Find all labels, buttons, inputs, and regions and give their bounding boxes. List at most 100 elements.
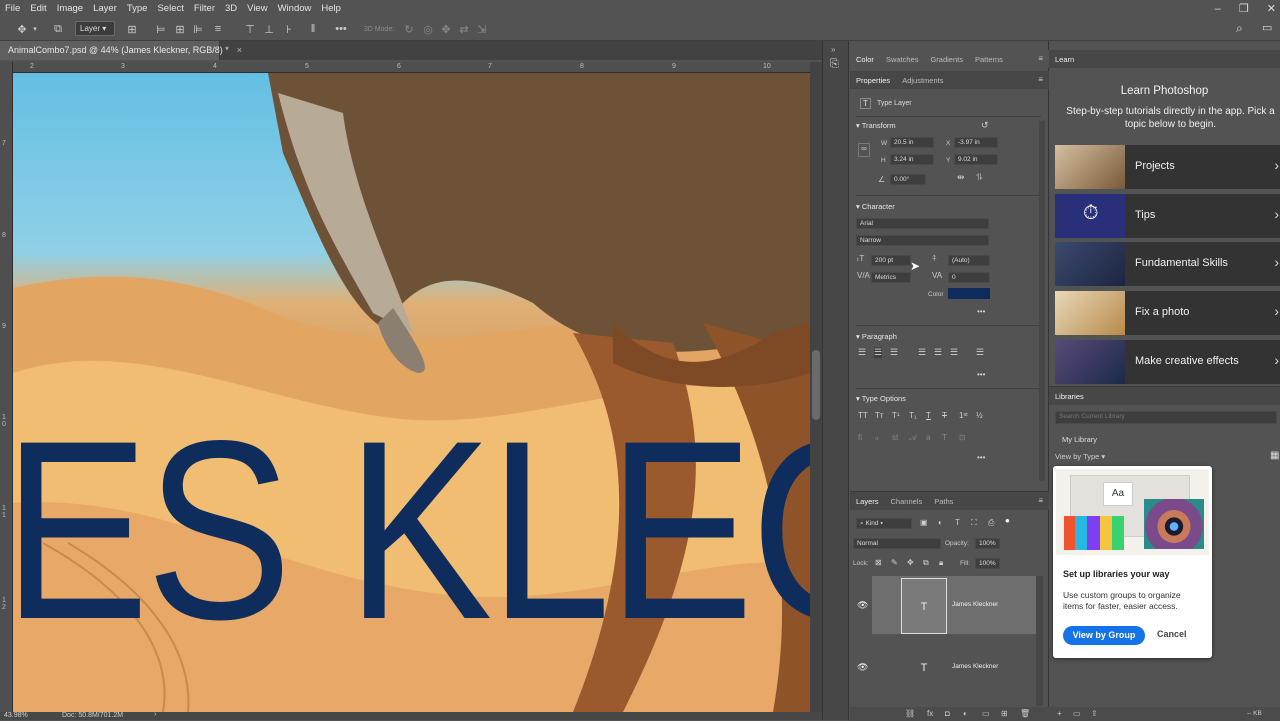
align-text-right-icon[interactable]: ☰	[890, 347, 898, 358]
fx-icon[interactable]: fx	[927, 709, 933, 718]
filter-smartobject-icon[interactable]: ⎙	[988, 518, 994, 528]
menu-type[interactable]: Type	[122, 3, 153, 14]
folder-icon[interactable]: ▭	[1073, 709, 1081, 718]
menu-image[interactable]: Image	[52, 3, 88, 14]
layer-name[interactable]: James Kleckner	[952, 601, 998, 608]
opacity-field[interactable]: 100%	[975, 538, 1000, 549]
status-chevron-icon[interactable]: ›	[154, 711, 156, 718]
superscript-icon[interactable]: T¹	[892, 411, 900, 420]
tracking-field[interactable]: 0	[948, 272, 990, 283]
tab-color[interactable]: Color	[850, 55, 880, 64]
menu-view[interactable]: View	[242, 3, 272, 14]
ordinals-icon[interactable]: 1ˢᵗ	[959, 411, 968, 420]
discretionary-ligatures-icon[interactable]: st	[892, 433, 898, 442]
angle-field[interactable]: 0.00°	[890, 174, 926, 185]
font-size-field[interactable]: 200 pt	[871, 255, 911, 266]
align-right-icon[interactable]: ⊫	[192, 21, 204, 37]
library-search-input[interactable]: Search Current Library	[1055, 411, 1277, 424]
justify-right-icon[interactable]: ☰	[950, 347, 958, 358]
learn-card-projects[interactable]: Projects ›	[1055, 145, 1280, 189]
type-options-header[interactable]: ▾ Type Options	[856, 394, 906, 403]
menu-3d[interactable]: 3D	[220, 3, 242, 14]
tab-libraries[interactable]: Libraries	[1049, 392, 1090, 401]
lock-pixels-icon[interactable]: ⊠	[875, 558, 882, 567]
tab-channels[interactable]: Channels	[885, 497, 929, 506]
cancel-button[interactable]: Cancel	[1157, 629, 1187, 639]
layer-name[interactable]: James Kleckner	[952, 663, 998, 670]
delete-layer-icon[interactable]: 🗑︎	[1020, 709, 1030, 718]
fill-field[interactable]: 100%	[975, 558, 1000, 569]
panel-menu-icon[interactable]: ≡	[1038, 54, 1043, 63]
layer-row[interactable]: 👁︎ T James Kleckner	[857, 638, 1037, 696]
align-text-center-icon[interactable]: ☰	[874, 347, 883, 358]
text-color-swatch[interactable]	[948, 288, 990, 299]
view-by-group-button[interactable]: View by Group	[1063, 626, 1145, 645]
tab-gradients[interactable]: Gradients	[924, 55, 969, 64]
align-vcenter-icon[interactable]: ⊥	[263, 21, 275, 37]
new-group-icon[interactable]: ▭	[982, 709, 990, 718]
menu-window[interactable]: Window	[273, 3, 317, 14]
learn-card-make-creative-effects[interactable]: Make creative effects ›	[1055, 340, 1280, 384]
3d-orbit-icon[interactable]: ↻	[402, 21, 416, 37]
character-header[interactable]: ▾ Character	[856, 202, 895, 211]
lock-image-icon[interactable]: ✎	[891, 558, 898, 567]
tab-adjustments[interactable]: Adjustments	[896, 76, 949, 85]
layers-scrollbar[interactable]	[1036, 576, 1043, 706]
flip-horizontal-icon[interactable]: ⇹	[957, 172, 965, 183]
tool-preset-chevron-icon[interactable]: ▾	[31, 21, 39, 37]
document-tab[interactable]: AnimalCombo7.psd @ 44% (James Kleckner, …	[0, 41, 242, 60]
blend-mode-select[interactable]: Normal	[853, 538, 941, 549]
move-tool-icon[interactable]: ✥	[14, 21, 30, 37]
tab-properties[interactable]: Properties	[850, 76, 896, 85]
height-field[interactable]: 3.24 in	[890, 154, 934, 165]
justify-all-icon[interactable]: ☰	[976, 347, 984, 358]
transform-controls-icon[interactable]: ⊞	[125, 21, 139, 37]
auto-select-dropdown[interactable]: Layer ▾	[75, 21, 115, 36]
more-options-button[interactable]: •••	[333, 21, 349, 37]
learn-card-fundamental-skills[interactable]: Fundamental Skills ›	[1055, 242, 1280, 286]
filter-shape-icon[interactable]: ⛶	[971, 518, 977, 528]
link-layers-icon[interactable]: ⛓	[905, 709, 915, 718]
learn-card-fix-a-photo[interactable]: Fix a photo ›	[1055, 291, 1280, 335]
visibility-eye-icon[interactable]: 👁︎	[857, 662, 868, 673]
menu-help[interactable]: Help	[316, 3, 346, 14]
swash-icon[interactable]: 𝒜	[909, 433, 917, 443]
align-center-icon[interactable]: ⊞	[174, 21, 186, 37]
collapse-arrows-icon[interactable]: »	[831, 45, 835, 54]
document-canvas[interactable]: ES KLECI	[13, 73, 810, 712]
canvas-type-layer-text[interactable]: ES KLECI	[13, 403, 810, 658]
add-mask-icon[interactable]: ◘	[945, 709, 950, 718]
flip-vertical-icon[interactable]: ⥮	[976, 172, 983, 183]
panel-menu-icon[interactable]: ≡	[1038, 75, 1043, 84]
tab-swatches[interactable]: Swatches	[880, 55, 925, 64]
align-bottom-icon[interactable]: ⊦	[283, 21, 295, 37]
menu-filter[interactable]: Filter	[189, 3, 220, 14]
minimize-button[interactable]: –	[1215, 3, 1221, 15]
justify-center-icon[interactable]: ☰	[934, 347, 942, 358]
menu-layer[interactable]: Layer	[88, 3, 122, 14]
filter-kind-select[interactable]: ⌕ Kind ▾	[856, 518, 912, 529]
lock-artboard-icon[interactable]: ⧉	[923, 558, 929, 568]
add-element-icon[interactable]: +	[1057, 709, 1062, 718]
tab-learn[interactable]: Learn	[1049, 55, 1080, 64]
align-text-left-icon[interactable]: ☰	[858, 347, 866, 358]
menu-select[interactable]: Select	[152, 3, 188, 14]
leading-field[interactable]: (Auto)	[948, 255, 990, 266]
ligatures-icon[interactable]: fi	[858, 433, 862, 442]
3d-pan-icon[interactable]: ✥	[439, 21, 453, 37]
lock-position-icon[interactable]: ✥	[907, 558, 914, 567]
titling-alt-icon[interactable]: T	[942, 433, 947, 442]
grid-view-icon[interactable]: ▦	[1270, 450, 1279, 461]
all-caps-icon[interactable]: TT	[858, 411, 868, 420]
stylistic-alt-icon[interactable]: a	[926, 433, 930, 442]
font-style-select[interactable]: Narrow	[856, 235, 989, 246]
properties-scrollbar[interactable]	[1039, 121, 1045, 481]
visibility-eye-icon[interactable]: 👁︎	[857, 600, 868, 611]
type-options-more-button[interactable]: •••	[977, 453, 985, 462]
contextual-alt-icon[interactable]: ℴ	[875, 433, 879, 442]
align-middle-icon[interactable]: ≡	[212, 21, 224, 37]
align-top-icon[interactable]: ⊤	[244, 21, 256, 37]
lock-all-icon[interactable]: 🔒︎	[939, 558, 943, 568]
3d-slide-icon[interactable]: ⇄	[457, 21, 471, 37]
search-icon[interactable]: ⌕	[1236, 21, 1243, 36]
